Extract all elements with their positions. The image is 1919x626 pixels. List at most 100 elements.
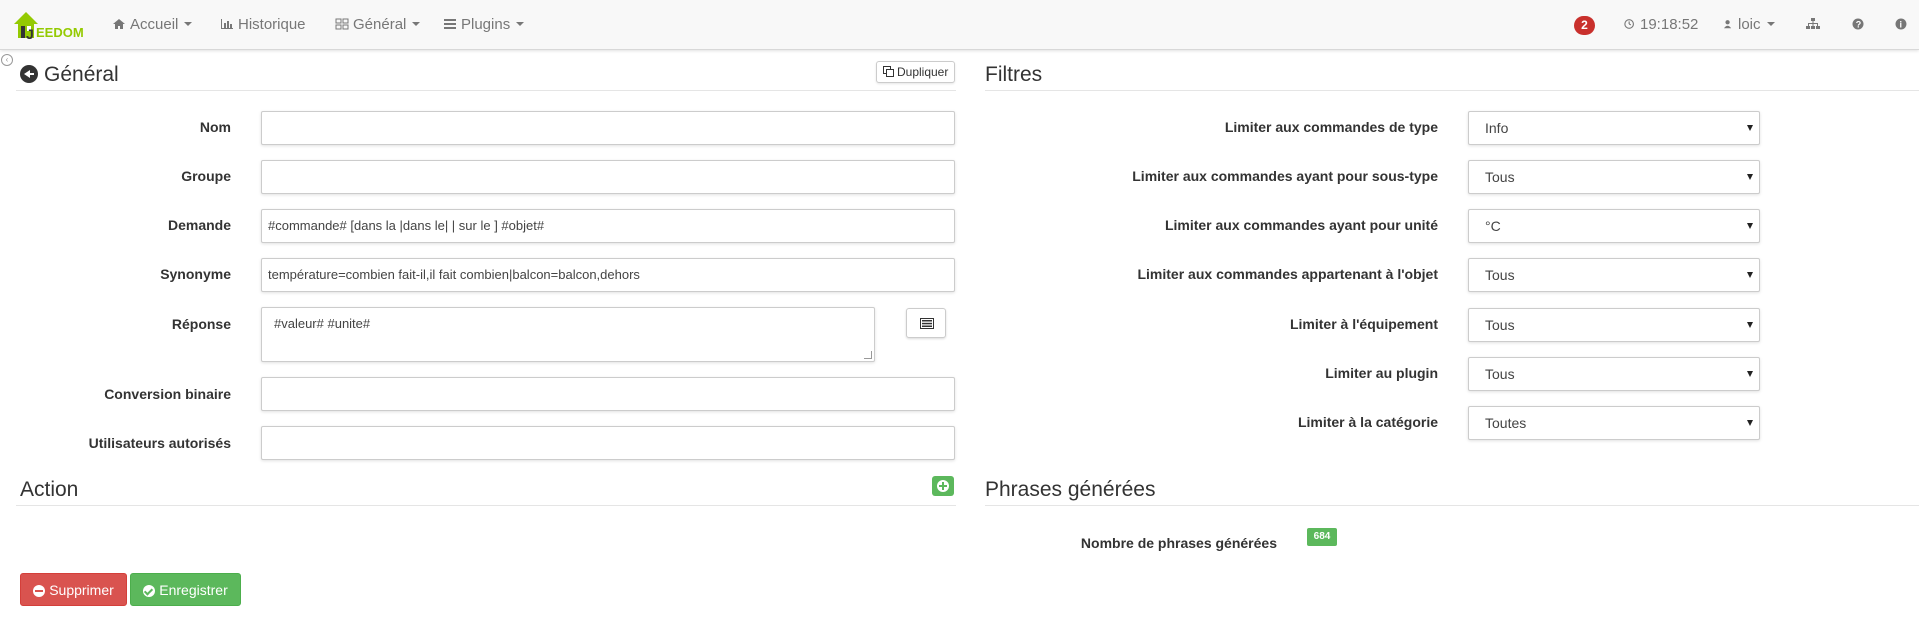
dropdown-arrow-icon [1747,420,1753,426]
filter-object-value: Tous [1485,267,1515,283]
conversion-label: Conversion binaire [104,386,231,402]
nav-plugins-label: Plugins [461,16,511,33]
filters-divider [985,90,1919,91]
save-button[interactable]: Enregistrer [130,573,241,606]
nav-plugins[interactable]: Plugins [443,0,525,50]
network-button[interactable] [1806,0,1824,50]
duplicate-button[interactable]: Dupliquer [876,61,955,83]
message-count-badge[interactable]: 2 [1574,16,1595,35]
grid-icon [335,18,349,30]
dropdown-arrow-icon [1747,223,1753,229]
synonyme-label: Synonyme [160,266,231,282]
sitemap-icon [1806,18,1820,29]
top-navbar: J EEDOM Accueil Historique Général Plugi… [0,0,1919,50]
chevron-down-icon [516,22,525,26]
user-name: loic [1738,16,1761,33]
filter-subtype-select[interactable]: Tous [1468,160,1760,194]
filter-subtype-value: Tous [1485,169,1515,185]
filter-category-select[interactable]: Toutes [1468,406,1760,440]
phrases-count-label: Nombre de phrases générées [1080,535,1277,551]
save-label: Enregistrer [159,582,228,598]
general-title-text: Général [44,63,119,86]
nom-input[interactable] [261,111,955,145]
svg-text:i: i [1900,20,1903,30]
delete-label: Supprimer [49,582,114,598]
dropdown-arrow-icon [1747,272,1753,278]
check-circle-icon [143,585,156,597]
duplicate-label: Dupliquer [896,65,949,79]
dropdown-arrow-icon [1747,322,1753,328]
svg-text:J: J [26,26,34,42]
reponse-label: Réponse [171,316,231,332]
svg-text:?: ? [1856,20,1862,30]
jeedom-logo[interactable]: J EEDOM [12,8,86,42]
groupe-label: Groupe [181,168,231,184]
bar-chart-icon [221,19,233,29]
phrases-divider [985,505,1919,506]
chevron-down-icon [1766,22,1775,26]
delete-button[interactable]: Supprimer [20,573,127,606]
dropdown-arrow-icon [1747,174,1753,180]
filter-equipment-select[interactable]: Tous [1468,308,1760,342]
clock-display: 19:18:52 [1624,0,1698,50]
resize-handle[interactable] [864,351,872,359]
filter-subtype-label: Limiter aux commandes ayant pour sous-ty… [1132,168,1438,184]
filter-plugin-select[interactable]: Tous [1468,357,1760,391]
copy-icon [882,66,894,77]
nav-accueil-label: Accueil [130,16,179,33]
list-button[interactable] [906,308,946,338]
nav-historique[interactable]: Historique [220,0,306,50]
reponse-text: #valeur# #unite# [274,316,371,331]
demande-label: Demande [167,217,231,233]
help-button[interactable]: ? [1852,0,1870,50]
demande-input[interactable]: #commande# [dans la |dans le| | sur le ]… [261,209,955,243]
filter-plugin-value: Tous [1485,366,1515,382]
filter-type-value: Info [1485,120,1509,136]
clock-icon [1624,19,1634,29]
utilisateurs-input[interactable] [261,426,955,460]
conversion-input[interactable] [261,377,955,411]
info-button[interactable]: i [1895,0,1913,50]
list-alt-icon [920,318,934,329]
filter-category-label: Limiter à la catégorie [1297,414,1438,430]
chevron-down-icon [184,22,193,26]
filter-object-select[interactable]: Tous [1468,258,1760,292]
nav-general[interactable]: Général [335,0,421,50]
clock-time: 19:18:52 [1640,16,1699,33]
add-action-button[interactable] [932,476,954,496]
nav-general-label: Général [353,16,407,33]
general-divider [16,90,956,91]
groupe-input[interactable] [261,160,955,194]
nom-label: Nom [199,119,231,135]
general-section-title: Général [20,63,119,87]
synonyme-input[interactable]: température=combien fait-il,il fait comb… [261,258,955,292]
home-icon [113,19,125,29]
filter-plugin-label: Limiter au plugin [1325,365,1438,381]
utilisateurs-label: Utilisateurs autorisés [88,435,231,451]
action-divider [16,505,956,506]
action-section-title: Action [20,478,79,501]
filter-equipment-value: Tous [1485,317,1515,333]
dropdown-arrow-icon [1747,371,1753,377]
logo-text: EEDOM [36,25,84,40]
filter-type-label: Limiter aux commandes de type [1224,119,1438,135]
user-menu[interactable]: loic [1724,0,1775,50]
phrases-section-title: Phrases générées [985,478,1156,501]
plus-circle-icon [937,480,949,492]
chevron-down-icon [412,22,421,26]
filters-section-title: Filtres [985,63,1043,86]
filter-type-select[interactable]: Info [1468,111,1760,145]
filter-category-value: Toutes [1485,415,1527,431]
minus-circle-icon [33,585,46,597]
reponse-textarea[interactable]: #valeur# #unite# [261,307,875,362]
user-icon [1724,20,1732,29]
nav-accueil[interactable]: Accueil [112,0,193,50]
filter-unit-select[interactable]: °C [1468,209,1760,243]
question-circle-icon: ? [1852,18,1864,30]
info-circle-icon: i [1895,18,1907,30]
back-arrow-icon[interactable] [20,65,38,83]
sidebar-toggle-icon[interactable]: ‹ [1,54,13,66]
filter-unit-value: °C [1485,218,1501,234]
nav-historique-label: Historique [238,16,306,33]
dropdown-arrow-icon [1747,125,1753,131]
